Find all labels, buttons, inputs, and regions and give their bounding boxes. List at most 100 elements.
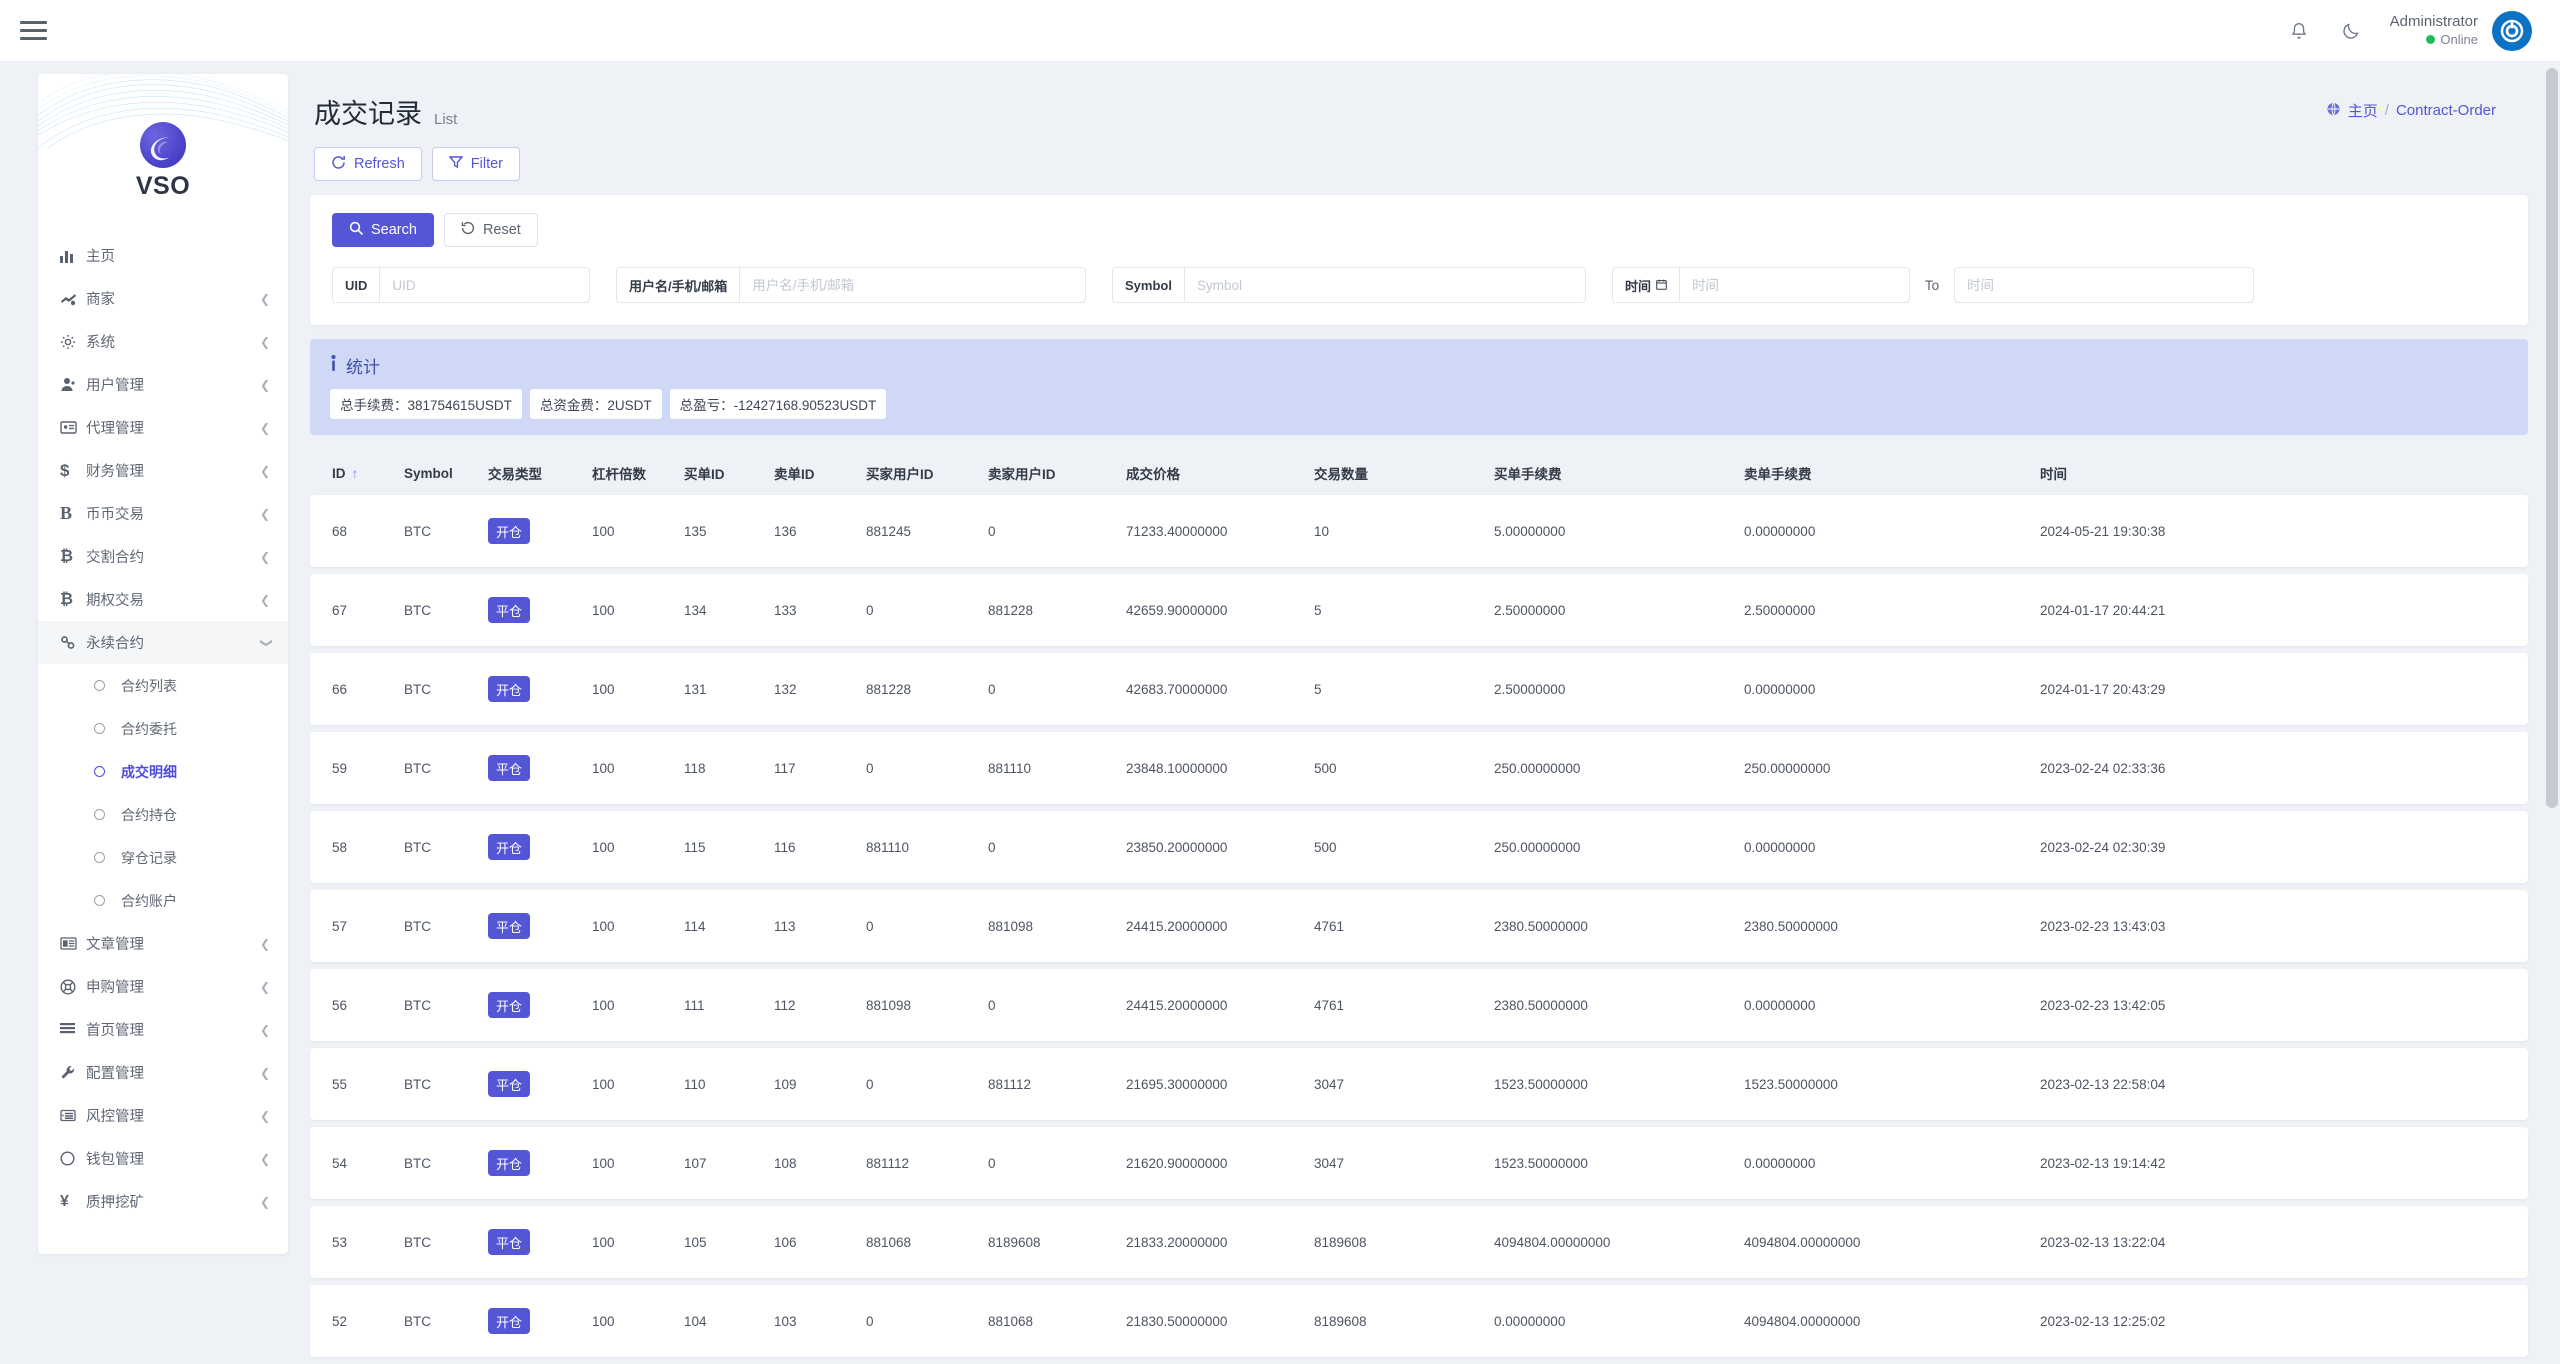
cell-buy-fee: 2.50000000 xyxy=(1494,603,1744,618)
trade-type-badge: 平仓 xyxy=(488,755,530,781)
uid-input[interactable] xyxy=(380,268,589,302)
username-input[interactable] xyxy=(740,268,1085,302)
topbar-right-group: Administrator Online xyxy=(2286,11,2560,51)
chevron-left-icon: ❮ xyxy=(260,1023,270,1037)
sidebar-item-staking-mining[interactable]: ¥ 质押挖矿 ❮ xyxy=(38,1180,288,1223)
sidebar-item-label: 首页管理 xyxy=(86,1019,260,1040)
page-scrollbar-thumb[interactable] xyxy=(2546,68,2558,808)
cell-buy-fee: 5.00000000 xyxy=(1494,524,1744,539)
table-row[interactable]: 59BTC平仓100118117088111023848.10000000500… xyxy=(310,732,2528,804)
table-row[interactable]: 54BTC开仓100107108881112021620.90000000304… xyxy=(310,1127,2528,1199)
column-header-id[interactable]: ID ↑ xyxy=(332,466,404,481)
filter-button[interactable]: Filter xyxy=(432,147,520,181)
refresh-icon xyxy=(331,155,346,174)
reset-button[interactable]: Reset xyxy=(444,213,538,247)
cell-buy-order: 104 xyxy=(684,1314,774,1329)
sidebar-item-home[interactable]: 主页 xyxy=(38,234,288,277)
sidebar-item-finance-management[interactable]: $ 财务管理 ❮ xyxy=(38,449,288,492)
cell-symbol: BTC xyxy=(404,761,488,776)
sidebar-item-coin-trade[interactable]: B 币币交易 ❮ xyxy=(38,492,288,535)
trade-type-badge: 开仓 xyxy=(488,834,530,860)
moon-icon[interactable] xyxy=(2338,18,2364,44)
sidebar-subitem-liquidation-record[interactable]: 穿仓记录 xyxy=(38,836,288,879)
user-menu[interactable]: Administrator Online xyxy=(2390,11,2532,51)
sidebar-item-perpetual-contract[interactable]: 永续合约 ❮ xyxy=(38,621,288,664)
sidebar-item-delivery-contract[interactable]: ₿ 交割合约 ❮ xyxy=(38,535,288,578)
date-from-input[interactable] xyxy=(1680,268,1909,302)
sidebar-item-label: 系统 xyxy=(86,331,260,352)
sidebar-item-options-trade[interactable]: ₿ 期权交易 ❮ xyxy=(38,578,288,621)
table-row[interactable]: 66BTC开仓100131132881228042683.7000000052.… xyxy=(310,653,2528,725)
sidebar-item-merchant[interactable]: 商家 ❮ xyxy=(38,277,288,320)
date-label: 时间 xyxy=(1613,268,1680,302)
avatar[interactable] xyxy=(2492,11,2532,51)
table-row[interactable]: 56BTC开仓100111112881098024415.20000000476… xyxy=(310,969,2528,1041)
sidebar-item-wallet-management[interactable]: 钱包管理 ❮ xyxy=(38,1137,288,1180)
sidebar-subitem-label: 合约账户 xyxy=(121,891,177,911)
sidebar-item-user-management[interactable]: 用户管理 ❮ xyxy=(38,363,288,406)
cell-buy-fee: 250.00000000 xyxy=(1494,840,1744,855)
search-button[interactable]: Search xyxy=(332,213,434,247)
cell-price: 71233.40000000 xyxy=(1126,524,1314,539)
table-row[interactable]: 67BTC平仓100134133088122842659.9000000052.… xyxy=(310,574,2528,646)
table-row[interactable]: 58BTC开仓100115116881110023850.20000000500… xyxy=(310,811,2528,883)
cell-sell-fee: 4094804.00000000 xyxy=(1744,1314,2040,1329)
cell-quantity: 500 xyxy=(1314,761,1494,776)
sidebar-subitem-contract-list[interactable]: 合约列表 xyxy=(38,664,288,707)
cell-leverage: 100 xyxy=(592,682,684,697)
cell-buy-order: 111 xyxy=(684,998,774,1013)
cell-time: 2024-01-17 20:43:29 xyxy=(2040,682,2300,697)
sidebar-item-risk-management[interactable]: 风控管理 ❮ xyxy=(38,1094,288,1137)
sidebar-subitem-label: 合约列表 xyxy=(121,676,177,696)
cell-sell-order: 116 xyxy=(774,840,866,855)
sidebar-item-subscription-management[interactable]: 申购管理 ❮ xyxy=(38,965,288,1008)
table-row[interactable]: 68BTC开仓100135136881245071233.40000000105… xyxy=(310,495,2528,567)
cell-trade-type: 开仓 xyxy=(488,992,592,1018)
cell-sell-fee: 1523.50000000 xyxy=(1744,1077,2040,1092)
cell-symbol: BTC xyxy=(404,603,488,618)
cell-id: 56 xyxy=(332,998,404,1013)
table-row[interactable]: 55BTC平仓100110109088111221695.30000000304… xyxy=(310,1048,2528,1120)
sidebar-subitem-contract-account[interactable]: 合约账户 xyxy=(38,879,288,922)
search-icon xyxy=(349,221,363,239)
cell-leverage: 100 xyxy=(592,524,684,539)
sidebar-subitem-trade-detail[interactable]: 成交明细 xyxy=(38,750,288,793)
column-header-buy-order: 买单ID xyxy=(684,463,774,483)
page-title: 成交记录 xyxy=(314,92,422,131)
symbol-input[interactable] xyxy=(1185,268,1585,302)
sidebar-item-article-management[interactable]: 文章管理 ❮ xyxy=(38,922,288,965)
cell-buy-order: 105 xyxy=(684,1235,774,1250)
table-row[interactable]: 53BTC平仓100105106881068818960821833.20000… xyxy=(310,1206,2528,1278)
cell-sell-order: 133 xyxy=(774,603,866,618)
chevron-left-icon: ❮ xyxy=(260,1195,270,1209)
cell-trade-type: 开仓 xyxy=(488,834,592,860)
sidebar-item-label: 配置管理 xyxy=(86,1062,260,1083)
sidebar-item-homepage-management[interactable]: 首页管理 ❮ xyxy=(38,1008,288,1051)
cell-symbol: BTC xyxy=(404,840,488,855)
bitcoin-icon: ₿ xyxy=(60,591,86,609)
cell-sell-fee: 250.00000000 xyxy=(1744,761,2040,776)
sidebar-item-system[interactable]: 系统 ❮ xyxy=(38,320,288,363)
cell-time: 2023-02-23 13:43:03 xyxy=(2040,919,2300,934)
sidebar-subitem-contract-order[interactable]: 合约委托 xyxy=(38,707,288,750)
cell-buy-fee: 0.00000000 xyxy=(1494,1314,1744,1329)
cell-buy-fee: 1523.50000000 xyxy=(1494,1077,1744,1092)
table-row[interactable]: 52BTC开仓100104103088106821830.50000000818… xyxy=(310,1285,2528,1357)
refresh-button[interactable]: Refresh xyxy=(314,147,422,181)
sidebar-item-agent-management[interactable]: 代理管理 ❮ xyxy=(38,406,288,449)
chevron-left-icon: ❮ xyxy=(260,550,270,564)
reset-label: Reset xyxy=(483,222,521,238)
column-header-buy-fee: 买单手续费 xyxy=(1494,463,1744,483)
hamburger-icon[interactable] xyxy=(20,19,50,43)
trade-type-badge: 平仓 xyxy=(488,597,530,623)
table-row[interactable]: 57BTC平仓100114113088109824415.20000000476… xyxy=(310,890,2528,962)
cell-buyer-uid: 0 xyxy=(866,1314,988,1329)
sidebar-item-label: 期权交易 xyxy=(86,589,260,610)
cell-sell-fee: 0.00000000 xyxy=(1744,1156,2040,1171)
date-to-input[interactable] xyxy=(1955,268,2253,302)
sidebar-item-config-management[interactable]: 配置管理 ❮ xyxy=(38,1051,288,1094)
breadcrumb-home[interactable]: 主页 xyxy=(2348,100,2378,121)
sidebar-subitem-contract-position[interactable]: 合约持仓 xyxy=(38,793,288,836)
cell-buyer-uid: 0 xyxy=(866,603,988,618)
bell-icon[interactable] xyxy=(2286,18,2312,44)
